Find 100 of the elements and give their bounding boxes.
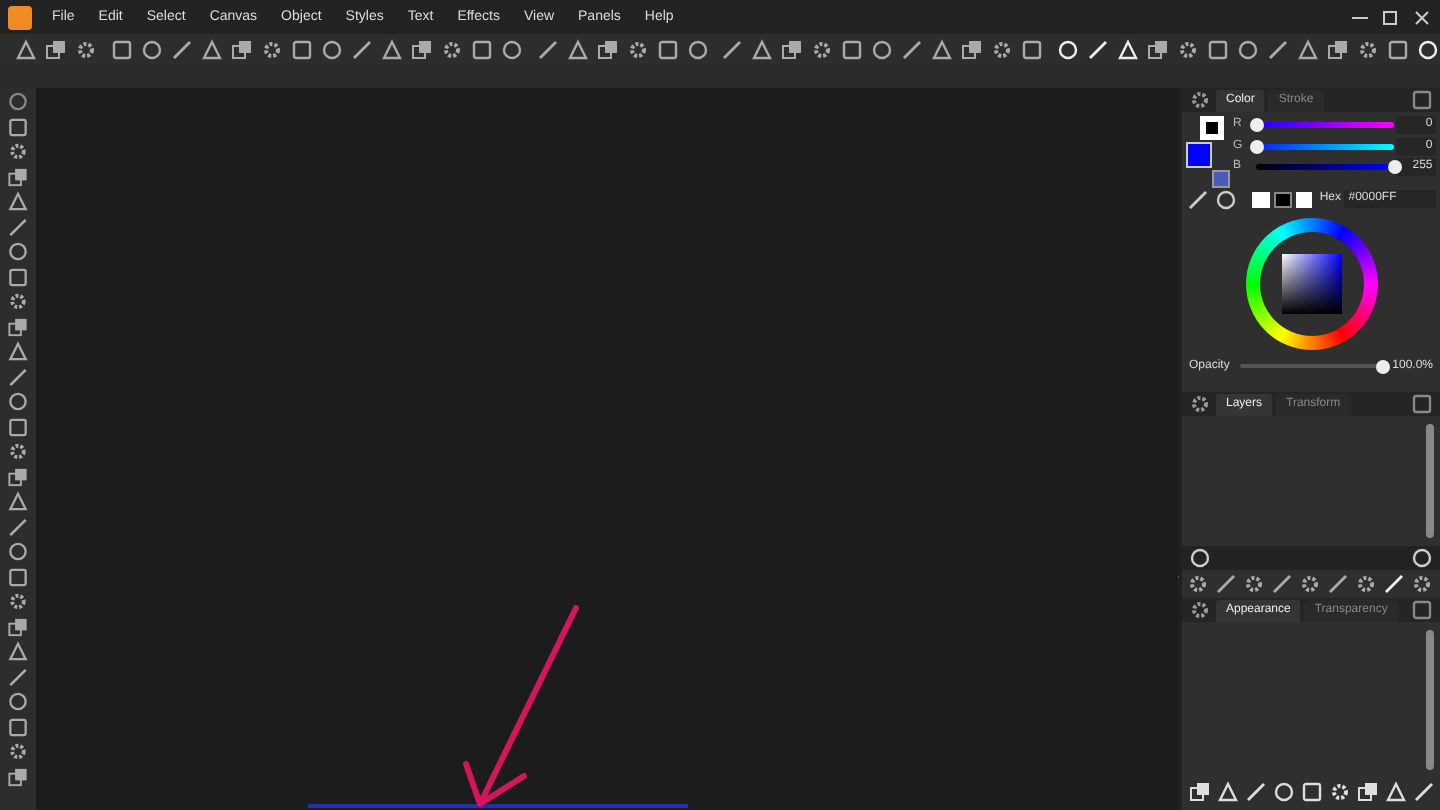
gear-icon[interactable] [5,140,29,163]
gear-icon[interactable] [1186,571,1210,596]
gear-icon[interactable] [1298,571,1322,596]
stacked-squares-icon[interactable] [595,37,619,61]
gear-icon[interactable] [810,37,835,61]
slash-icon[interactable] [349,37,374,61]
slider-thumb[interactable] [1387,160,1401,175]
triangle-icon[interactable] [5,490,29,513]
stacked-squares-icon[interactable] [5,165,29,188]
square-icon[interactable] [1386,37,1410,61]
circle-icon[interactable] [870,37,895,61]
slider-track[interactable] [1256,121,1393,128]
square-icon[interactable] [5,415,29,438]
maximize-icon[interactable] [1378,5,1402,29]
gear-icon[interactable] [1188,391,1212,416]
none-swatch[interactable] [1252,191,1271,207]
square-icon[interactable] [655,37,679,61]
gear-icon[interactable] [5,740,29,763]
stacked-squares-icon[interactable] [409,37,434,61]
slash-icon[interactable] [720,37,745,61]
slash-icon[interactable] [5,215,29,238]
circle-icon[interactable] [685,37,709,61]
stacked-squares-icon[interactable] [1146,37,1170,61]
stacked-squares-icon[interactable] [44,37,68,61]
gear-icon[interactable] [990,37,1015,61]
slider-thumb[interactable] [1250,117,1265,132]
opacity-thumb[interactable] [1376,359,1391,373]
eyedropper-icon[interactable] [1185,187,1210,211]
circle-icon[interactable] [499,37,524,61]
slider-track[interactable] [1256,143,1393,149]
gear-icon[interactable] [74,37,98,61]
panel-menu-icon[interactable] [1410,391,1434,416]
gear-icon[interactable] [1188,88,1212,112]
stacked-squares-icon[interactable] [1188,780,1212,805]
panel-menu-icon[interactable] [1410,88,1434,112]
stacked-squares-icon[interactable] [780,37,805,61]
square-icon[interactable] [1206,37,1230,61]
color-square[interactable] [1281,254,1341,314]
close-icon[interactable] [1409,5,1433,29]
gear-icon[interactable] [1188,597,1212,622]
slash-icon[interactable] [900,37,925,61]
preset-swatch[interactable] [1273,191,1292,207]
gear-icon[interactable] [259,37,284,61]
circle-icon[interactable] [5,240,29,263]
zoom-icon[interactable] [1410,545,1434,570]
triangle-icon[interactable] [565,37,589,61]
square-icon[interactable] [289,37,314,61]
stacked-squares-icon[interactable] [1356,780,1380,805]
square-icon[interactable] [5,115,29,138]
circle-icon[interactable] [5,690,29,713]
stroke-swatch[interactable] [1199,115,1224,140]
circle-icon[interactable] [319,37,344,61]
gear-icon[interactable] [1176,37,1200,61]
slash-icon[interactable] [5,515,29,538]
triangle-icon[interactable] [5,640,29,663]
scrollbar[interactable] [1426,629,1434,771]
slash-icon[interactable] [535,37,559,61]
circle-icon[interactable] [1213,187,1237,211]
gear-icon[interactable] [5,290,29,313]
panel-menu-icon[interactable] [1410,597,1434,622]
circle-icon[interactable] [1236,37,1260,61]
triangle-icon[interactable] [930,37,955,61]
triangle-icon[interactable] [199,37,224,61]
stacked-squares-icon[interactable] [960,37,985,61]
gear-icon[interactable] [1328,780,1352,805]
gear-icon[interactable] [439,37,464,61]
triangle-icon[interactable] [750,37,775,61]
preset-swatch[interactable] [1295,191,1313,207]
circle-icon[interactable] [139,37,164,61]
slash-icon[interactable] [5,365,29,388]
stacked-squares-icon[interactable] [1326,37,1350,61]
scrollbar[interactable] [1426,423,1434,538]
color-swatch[interactable] [1211,169,1230,188]
fill-swatch[interactable] [1185,141,1212,168]
search-icon[interactable] [1188,545,1212,570]
triangle-icon[interactable] [14,37,38,61]
gear-icon[interactable] [1354,571,1378,596]
gear-icon[interactable] [1410,571,1434,596]
triangle-icon[interactable] [5,340,29,363]
square-icon[interactable] [5,265,29,288]
gear-icon[interactable] [625,37,649,61]
stacked-squares-icon[interactable] [229,37,254,61]
slider-thumb[interactable] [1250,139,1265,153]
stacked-squares-icon[interactable] [5,615,29,638]
stacked-squares-icon[interactable] [5,765,29,788]
gear-icon[interactable] [5,590,29,613]
slash-icon[interactable] [1270,571,1294,596]
square-icon[interactable] [840,37,865,61]
square-icon[interactable] [469,37,494,61]
gear-icon[interactable] [1356,37,1380,61]
triangle-icon[interactable] [5,190,29,213]
stacked-squares-icon[interactable] [5,465,29,488]
stacked-squares-icon[interactable] [5,315,29,338]
slash-icon[interactable] [5,665,29,688]
circle-icon[interactable] [5,540,29,563]
gear-icon[interactable] [1242,571,1266,596]
triangle-icon[interactable] [1296,37,1320,61]
square-icon[interactable] [5,565,29,588]
square-icon[interactable] [109,37,134,61]
slash-icon[interactable] [169,37,194,61]
